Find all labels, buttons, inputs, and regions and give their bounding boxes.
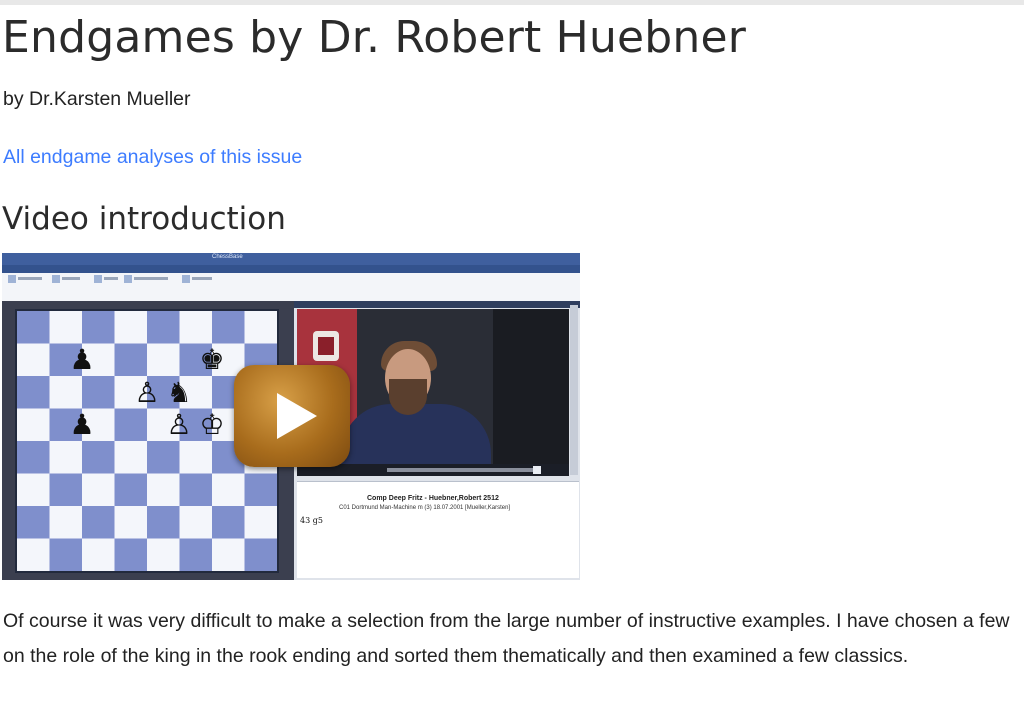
notation-game-info: C01 Dortmund Man-Machine m (3) 18.07.200… [339,505,511,511]
endgame-analyses-link[interactable]: All endgame analyses of this issue [3,146,302,169]
white-pawn-icon: ♙ [166,408,192,441]
video-app-titlebar: ChessBase [2,253,580,265]
video-app-menubar [2,265,580,273]
top-strip [0,0,1024,5]
video-thumbnail[interactable]: ChessBase ♟ ♚ ♙ ♞ ♟ ♙ ♔ ♙ [2,253,580,580]
video-app-title: ChessBase [212,254,243,260]
video-app-ribbon [2,273,580,302]
notation-move: 43 g5 [300,516,323,525]
notation-panel: Comp Deep Fritz - Huebner,Robert 2512 C0… [297,481,579,578]
play-button[interactable] [234,365,350,467]
play-icon [277,393,317,439]
intro-paragraph: Of course it was very difficult to make … [3,610,1010,667]
white-pawn-icon: ♙ [134,376,160,409]
section-heading: Video introduction [2,201,286,237]
white-king-icon: ♔ [199,408,225,441]
video-controls[interactable] [297,464,569,476]
black-knight-icon: ♞ [166,376,192,409]
page-title: Endgames by Dr. Robert Huebner [2,12,747,63]
video-scrollbar [570,305,578,475]
black-pawn-icon: ♟ [69,408,95,441]
author-byline: by Dr.Karsten Mueller [3,88,191,110]
black-pawn-icon: ♟ [69,343,95,376]
video-panel-header [294,301,580,308]
black-king-icon: ♚ [199,343,225,376]
notation-game-header: Comp Deep Fritz - Huebner,Robert 2512 [367,495,499,502]
